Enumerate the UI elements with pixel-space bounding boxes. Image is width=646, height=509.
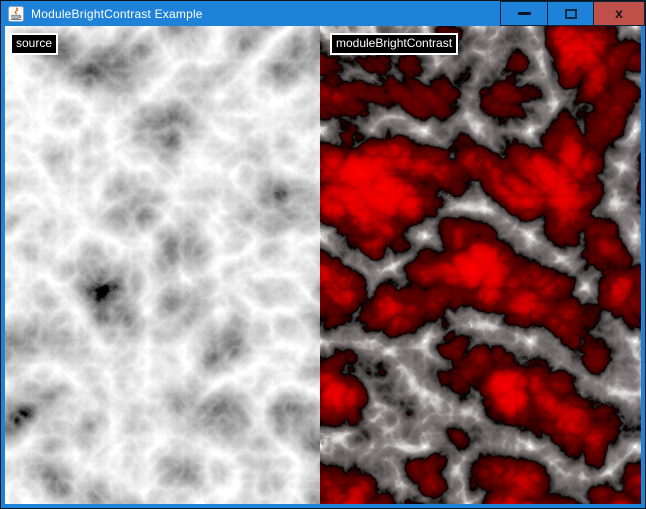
source-label: source — [10, 33, 58, 55]
app-window: ModuleBrightContrast Example x — [0, 0, 646, 509]
java-app-icon — [8, 6, 24, 22]
window-title: ModuleBrightContrast Example — [31, 7, 203, 21]
title-bar[interactable]: ModuleBrightContrast Example x — [1, 1, 645, 26]
minimize-icon — [518, 12, 531, 15]
minimize-button[interactable] — [500, 1, 548, 26]
module-label: moduleBrightContrast — [330, 33, 458, 55]
module-panel: moduleBrightContrast — [320, 26, 641, 504]
source-panel: source — [5, 26, 320, 504]
window-controls: x — [501, 1, 645, 26]
close-icon: x — [615, 6, 623, 20]
image-viewer: source moduleBrightCont — [5, 26, 641, 504]
source-image — [5, 26, 320, 504]
close-button[interactable]: x — [593, 1, 645, 26]
module-image — [320, 26, 641, 504]
maximize-button[interactable] — [547, 1, 594, 26]
maximize-icon — [565, 9, 577, 19]
